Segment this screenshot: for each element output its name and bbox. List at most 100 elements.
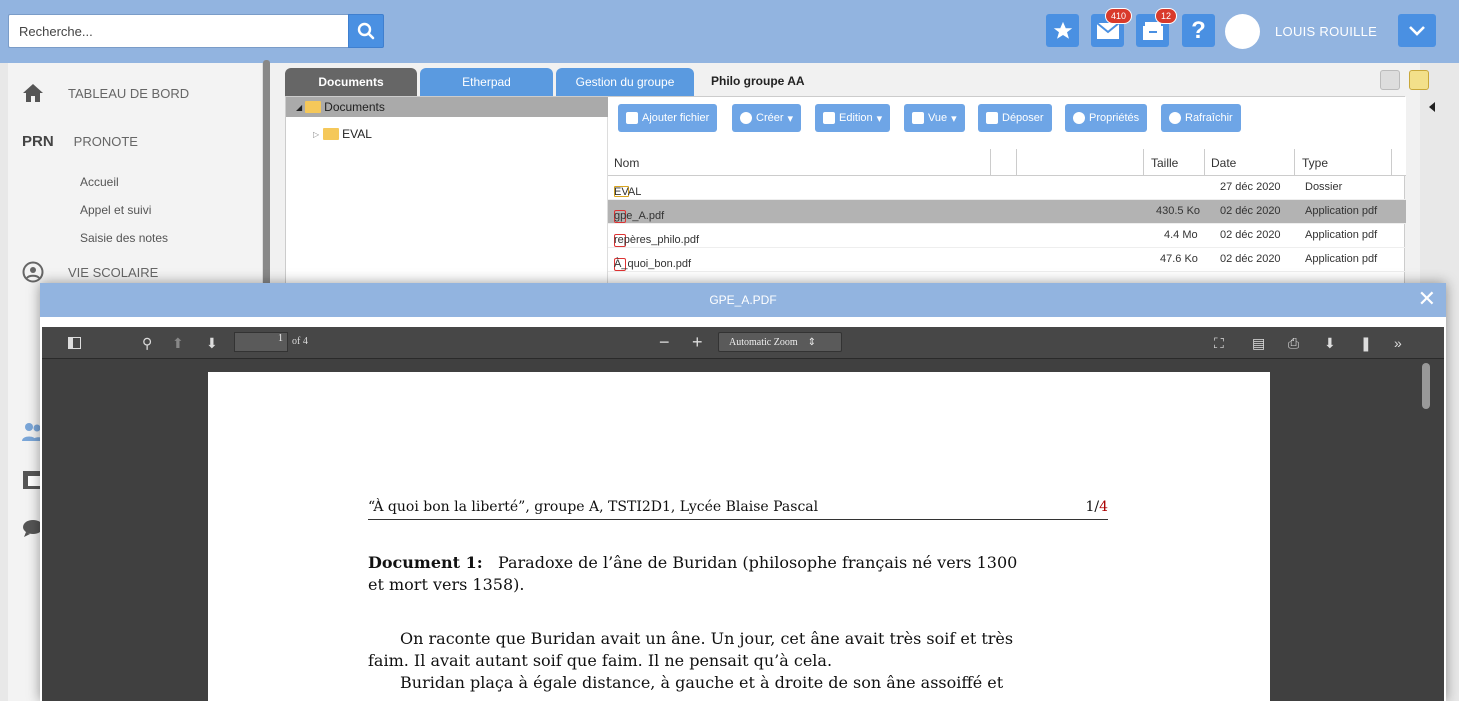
file-type: Application pdf [1305,229,1378,241]
zoom-select[interactable]: Automatic Zoom ⇕ [718,332,842,352]
tree-item-documents[interactable]: ◢ Documents [286,97,608,117]
open-file-icon[interactable]: ▤ [1252,335,1265,352]
modal-title: GPE_A.PDF [709,293,777,307]
deposit-button[interactable]: Déposer [978,104,1052,132]
print-icon[interactable]: ⎙ [1288,335,1299,352]
page-number-input[interactable]: 1 [234,332,288,352]
print-icon[interactable] [1380,70,1400,90]
document-paragraph: Document 1: Paradoxe de l’âne de Buridan… [368,552,1113,574]
page-count: of 4 [292,336,308,347]
column-divider [1391,149,1392,176]
help-button[interactable]: ? [1182,14,1215,47]
edition-button[interactable]: Edition ▾ [815,104,891,132]
refresh-button[interactable]: Rafraîchir [1161,104,1241,132]
search-button[interactable] [348,14,384,48]
file-size: 4.4 Mo [1164,229,1198,241]
file-size: 430.5 Ko [1156,205,1201,217]
document-header-text: “À quoi bon la liberté”, groupe A, TSTI2… [368,499,819,515]
button-label: Vue [928,112,948,124]
file-name: À_quoi_bon.pdf [614,258,692,270]
tab-gestion-groupe[interactable]: Gestion du groupe [556,68,694,96]
viewer-toolbar: ⚲ ⬆ ⬇ 1 of 4 − + Automatic Zoom ⇕ ⛶ ▤ ⎙ ⬇… [42,327,1444,359]
caret-down-icon: ▾ [951,112,957,125]
pdf-viewer: ⚲ ⬆ ⬇ 1 of 4 − + Automatic Zoom ⇕ ⛶ ▤ ⎙ ⬇… [42,327,1444,701]
folder-icon [305,101,322,113]
home-icon [23,84,43,102]
column-header-type[interactable]: Type [1302,156,1328,170]
tree-item-label: Documents [324,100,385,114]
sidebar-item-dashboard[interactable]: TABLEAU DE BORD [22,83,189,103]
properties-button[interactable]: Propriétés [1065,104,1148,132]
collapsed-triangle-icon: ▷ [313,129,320,139]
refresh-icon [1169,112,1181,124]
select-arrows-icon: ⇕ [807,336,816,348]
sidebar-subitem-notes[interactable]: Saisie des notes [80,231,168,245]
tools-menu-icon[interactable]: » [1394,335,1402,351]
sidebar-toggle-icon[interactable] [68,337,81,349]
search-input[interactable] [8,14,348,48]
top-bar: 410 12 ? LOUIS ROUILLE [0,0,1459,63]
fullscreen-icon[interactable]: ⛶ [1214,335,1224,352]
avatar[interactable] [1225,14,1260,49]
sidebar-item-pronote[interactable]: PRN PRONOTE [22,133,138,150]
file-name: repères_philo.pdf [614,234,700,246]
zoom-value: Automatic Zoom [729,336,798,348]
table-row[interactable]: EVAL 27 déc 2020 Dossier [608,176,1406,200]
next-page-icon[interactable]: ⬇ [206,335,218,352]
star-icon [1053,21,1072,39]
sidebar-item-vie-scolaire[interactable]: VIE SCOLAIRE [22,261,158,283]
plus-circle-icon [740,112,752,124]
document-line: Buridan plaça à égale distance, à gauche… [400,673,1004,692]
collapse-arrow-icon[interactable] [1429,102,1435,112]
button-label: Ajouter fichier [642,112,710,124]
close-icon[interactable]: ✕ [1418,288,1436,310]
download-icon[interactable]: ⬇ [1324,335,1336,352]
tab-etherpad[interactable]: Etherpad [420,68,553,96]
column-header-name[interactable]: Nom [614,156,639,170]
table-row[interactable]: gpe_A.pdf 430.5 Ko 02 déc 2020 Applicati… [608,200,1406,224]
table-row[interactable]: repères_philo.pdf 4.4 Mo 02 déc 2020 App… [608,224,1406,248]
column-header-date[interactable]: Date [1211,156,1236,170]
mail-button[interactable]: 410 [1091,8,1132,47]
pdf-page: “À quoi bon la liberté”, groupe A, TSTI2… [208,372,1270,701]
edit-icon [823,112,835,124]
table-row[interactable]: À_quoi_bon.pdf 47.6 Ko 02 déc 2020 Appli… [608,248,1406,272]
previous-page-icon[interactable]: ⬆ [172,335,184,352]
tree-item-eval[interactable]: ▷ EVAL [313,127,372,141]
pdf-viewer-modal: GPE_A.PDF ✕ ⚲ ⬆ ⬇ 1 of 4 − + Automatic Z… [40,283,1446,701]
sidebar-subitem-appel[interactable]: Appel et suivi [80,203,151,217]
column-divider [1143,149,1144,176]
button-label: Edition [839,112,873,124]
button-label: Déposer [1002,112,1044,124]
user-menu-button[interactable] [1398,14,1436,47]
bookmark-icon[interactable]: ❚ [1360,335,1372,352]
file-type: Application pdf [1305,205,1378,217]
sidebar-subitem-accueil[interactable]: Accueil [80,175,119,189]
group-title: Philo groupe AA [711,74,805,88]
username[interactable]: LOUIS ROUILLE [1275,24,1377,39]
zoom-out-icon[interactable]: − [659,332,670,353]
button-label: Créer [756,112,784,124]
sidebar-scrollbar[interactable] [263,60,270,290]
column-header-size[interactable]: Taille [1151,156,1178,170]
page-current: 1/ [1085,499,1100,515]
help-icon: ? [1191,16,1206,44]
sidebar-item-label: VIE SCOLAIRE [68,264,159,280]
viewer-scrollbar[interactable] [1422,363,1430,409]
search-icon[interactable]: ⚲ [142,335,152,352]
button-label: Propriétés [1089,112,1140,124]
file-table-header: Nom Taille Date Type [608,149,1406,176]
page-total-link[interactable]: 4 [1099,499,1108,515]
create-button[interactable]: Créer ▾ [732,104,802,132]
inbox-button[interactable]: 12 [1136,8,1177,47]
file-date: 27 déc 2020 [1220,181,1281,193]
tab-documents[interactable]: Documents [285,68,417,96]
sidebar-item-label: TABLEAU DE BORD [68,85,190,101]
document-line: Paradoxe de l’âne de Buridan (philosophe… [497,553,1018,572]
view-button[interactable]: Vue ▾ [904,104,965,132]
add-file-button[interactable]: Ajouter fichier [618,104,718,132]
pronote-logo: PRN [22,133,54,150]
favorites-button[interactable] [1046,14,1079,47]
zoom-in-icon[interactable]: + [692,332,703,353]
export-icon[interactable] [1409,70,1429,90]
